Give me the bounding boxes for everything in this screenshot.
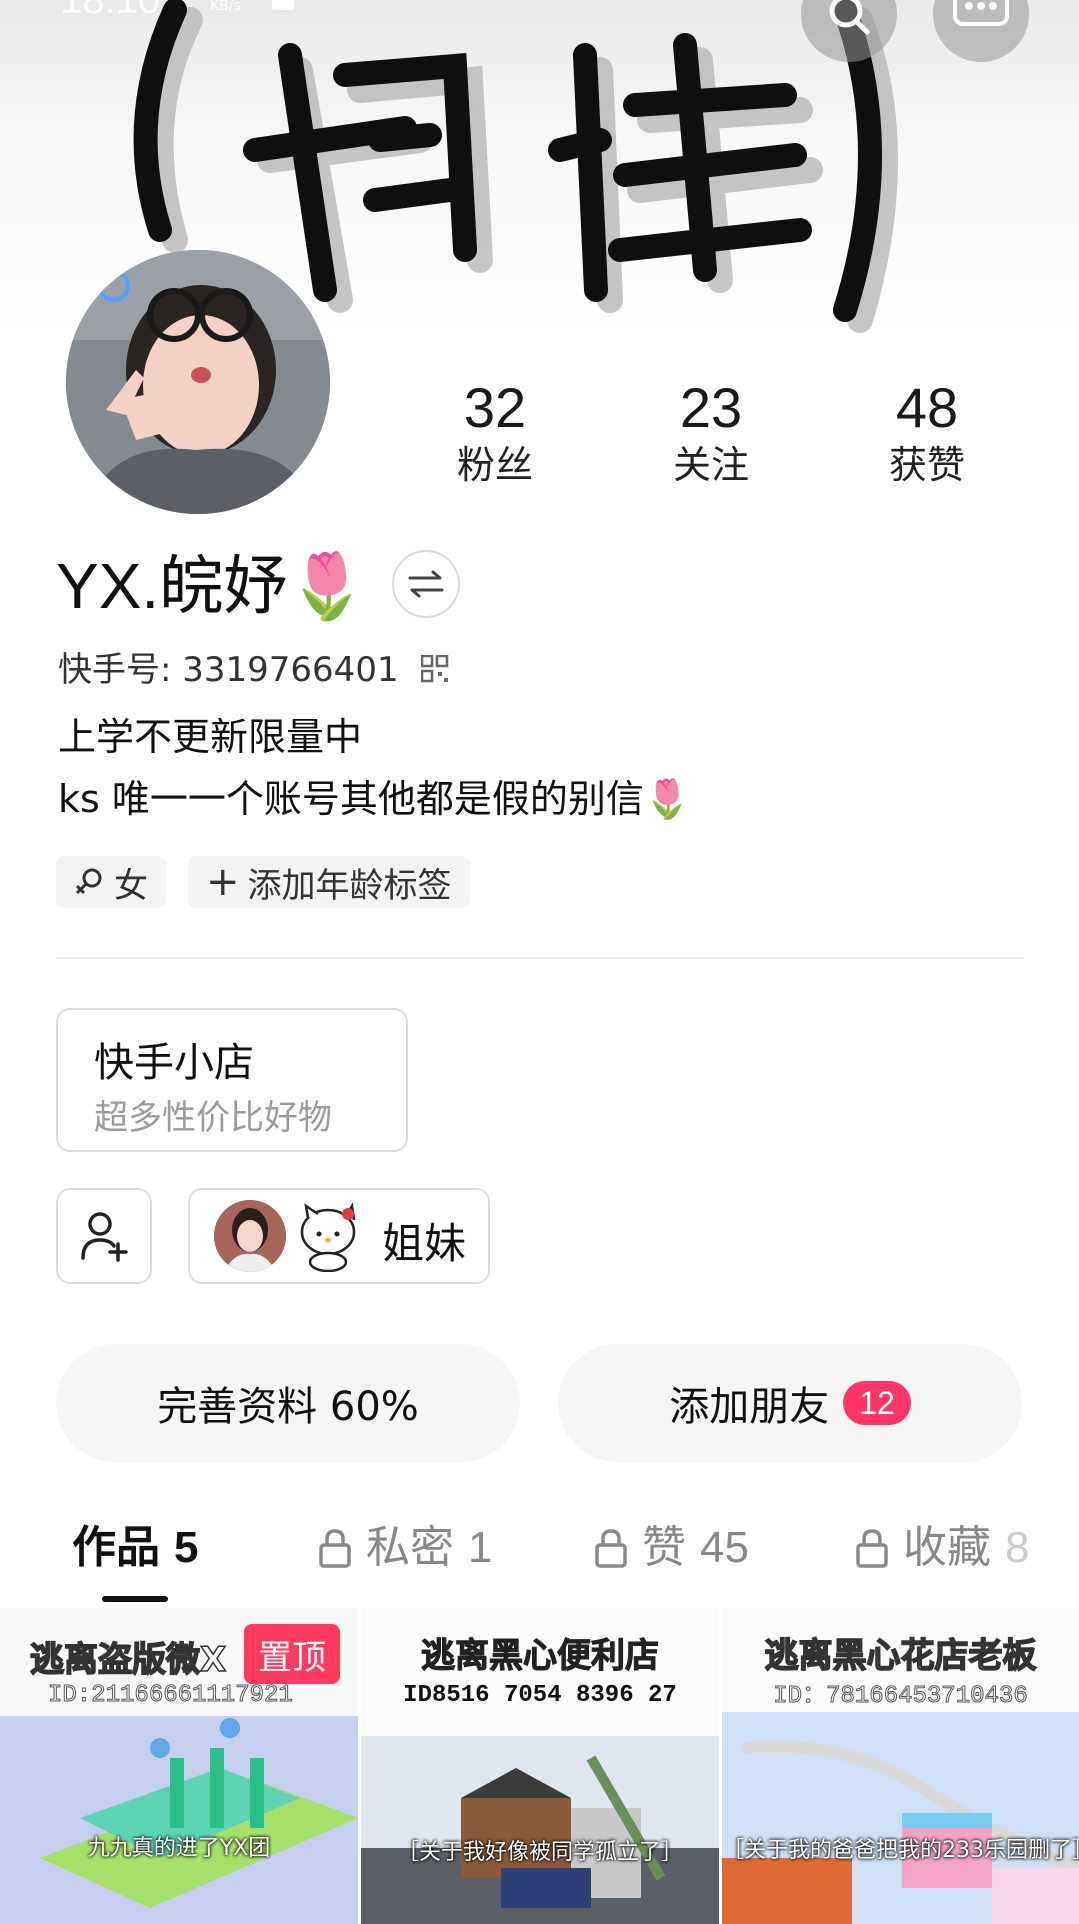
lock-icon [319,1529,351,1568]
video-thumbnail[interactable]: 逃离盗版微X ID:21166661117921 九九真的进了YX团 置顶 [0,1608,358,1924]
hello-kitty-icon [300,1202,356,1272]
video-id-line: ID:21166661117921 [48,1682,294,1710]
stat-label: 粉丝 [456,443,533,487]
shop-title: 快手小店 [94,1040,254,1086]
gender-tag-label: 女 [114,865,148,906]
bio-line-2: ks 唯一一个账号其他都是假的别信🌷 [58,777,692,821]
add-friends-badge: 12 [843,1381,911,1425]
video-thumbnail[interactable]: 逃离黑心花店老板 ID：78166453710436 ［关于我的爸爸把我的233… [722,1608,1079,1924]
tab-favorites[interactable]: 收藏 8 [855,1520,1079,1576]
video-id-line: ID：78166453710436 [773,1683,1028,1711]
pinned-badge: 置顶 [244,1624,340,1684]
stat-label: 关注 [672,443,749,487]
avatar[interactable] [66,250,330,514]
tab-works[interactable]: 作品 5 [72,1520,198,1576]
add-friend-icon-button[interactable] [56,1188,152,1284]
video-title: 逃离黑心便利店 [421,1636,660,1677]
tab-count: 8 [1005,1523,1030,1572]
lock-icon [595,1529,627,1568]
switch-account-button[interactable] [392,550,460,618]
video-caption: 九九真的进了YX团 [87,1836,271,1861]
lock-icon [856,1529,888,1568]
profile-name: YX.皖妤🌷 [56,550,367,622]
notification-icon [272,0,294,10]
video-id-line: ID8516 7054 8396 27 [403,1682,677,1709]
group-label: 姐妹 [382,1219,467,1268]
video-caption: ［关于我好像被同学孤立了］ [396,1840,683,1865]
tab-label: 私密 [366,1522,454,1573]
tab-count: 1 [468,1523,493,1572]
complete-profile-label: 完善资料 60% [157,1384,419,1430]
stat-followers[interactable]: 32 粉丝 [405,376,585,490]
stat-likes[interactable]: 48 获赞 [837,376,1017,490]
bio-line-1: 上学不更新限量中 [58,715,363,759]
stat-number: 32 [463,376,527,439]
video-thumbnail[interactable]: 逃离黑心便利店 ID8516 7054 8396 27 ［关于我好像被同学孤立了… [361,1608,719,1924]
add-age-tag-label: 添加年龄标签 [247,865,452,906]
kuaishou-id[interactable]: 快手号: 3319766401 [58,648,449,692]
avatar-photo [66,250,330,514]
tab-count: 5 [174,1523,199,1572]
qr-code-icon[interactable] [421,654,449,683]
tab-label: 作品 [72,1522,160,1573]
plus-icon: + [206,859,240,905]
kuaishou-shop-card[interactable]: 快手小店 超多性价比好物 [56,1008,408,1152]
add-friends-button[interactable]: 添加朋友 12 [558,1344,1022,1462]
add-age-tag-button[interactable]: + 添加年龄标签 [188,856,470,908]
complete-profile-button[interactable]: 完善资料 60% [56,1344,520,1462]
stat-following[interactable]: 23 关注 [621,376,801,490]
status-time: 18:10 [60,0,161,22]
tab-private[interactable]: 私密 1 [318,1520,492,1576]
gender-tag[interactable]: 女 [56,856,166,908]
shop-subtitle: 超多性价比好物 [94,1098,332,1138]
status-bar: 18:10 KB/s [0,0,1079,40]
more-icon [953,0,1009,26]
add-user-icon [81,1212,128,1262]
switch-arrows-icon [408,570,444,598]
tab-count: 45 [700,1523,749,1572]
tab-label: 赞 [642,1522,686,1573]
tab-liked[interactable]: 赞 45 [594,1520,749,1576]
divider [56,957,1024,959]
group-member-avatar [214,1200,286,1272]
stat-number: 23 [679,376,743,439]
search-icon [829,0,870,35]
tab-label: 收藏 [903,1522,991,1573]
add-friends-label: 添加朋友 [669,1384,830,1430]
video-caption: ［关于我的爸爸把我的233乐园删了］ [722,1838,1079,1863]
female-icon [75,868,102,895]
stat-number: 48 [895,376,959,439]
status-net-speed: KB/s [210,0,241,14]
active-tab-indicator [102,1596,168,1602]
group-chip[interactable]: 姐妹 [188,1188,490,1284]
stat-label: 获赞 [888,443,965,487]
video-title: 逃离黑心花店老板 [764,1635,1038,1677]
kuaishou-id-text: 快手号: 3319766401 [58,650,399,690]
